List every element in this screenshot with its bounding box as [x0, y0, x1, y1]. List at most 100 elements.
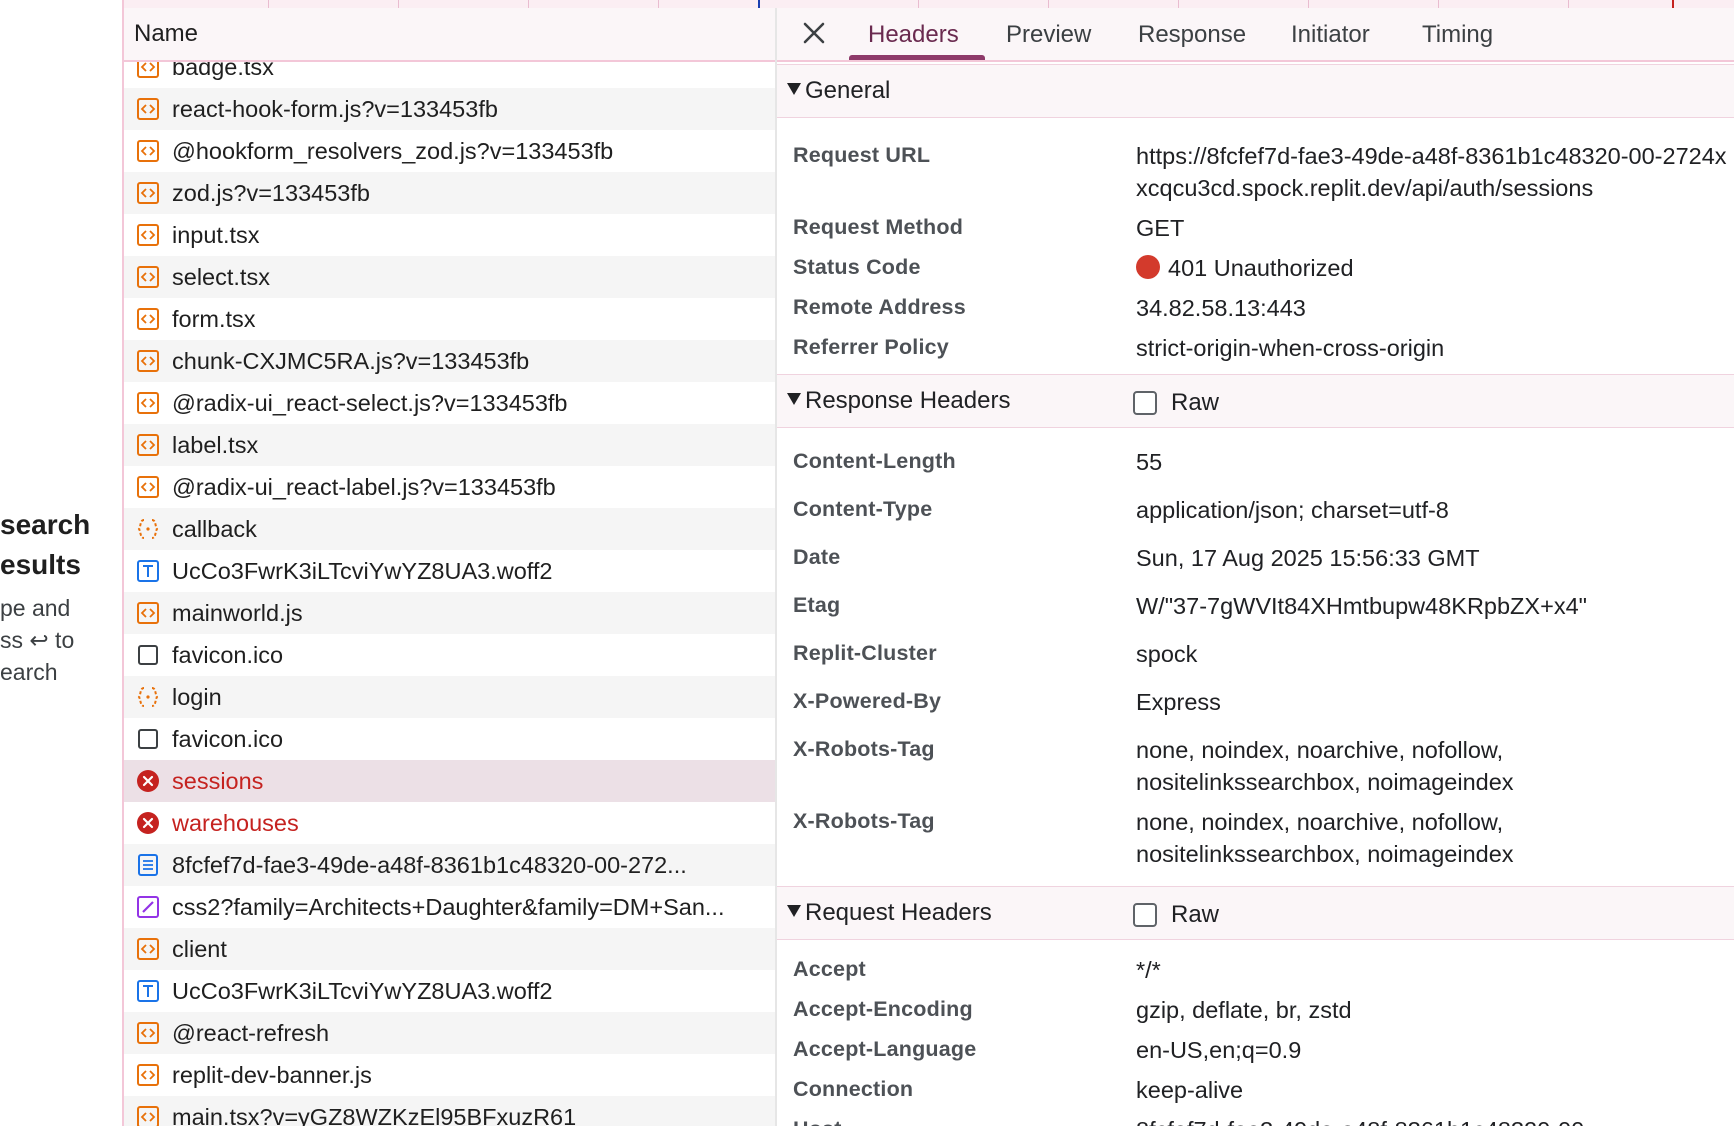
header-key: Etag: [793, 593, 841, 617]
request-row[interactable]: favicon.ico: [124, 634, 775, 676]
request-name: callback: [172, 515, 257, 542]
request-name: chunk-CXJMC5RA.js?v=133453fb: [172, 347, 530, 374]
request-headers-section-header[interactable]: Request Headers Raw: [777, 886, 1734, 940]
request-row[interactable]: @hookform_resolvers_zod.js?v=133453fb: [124, 130, 775, 172]
request-name: css2?family=Architects+Daughter&family=D…: [172, 893, 725, 920]
script-icon: [136, 601, 160, 625]
header-value[interactable]: */*: [1136, 954, 1734, 986]
close-details-button[interactable]: [799, 18, 829, 48]
request-name: @react-refresh: [172, 1019, 330, 1046]
header-value[interactable]: 8fcfef7d-fae3-49de-a48f-8361b1c48320-00: [1136, 1114, 1734, 1126]
header-value[interactable]: spock: [1136, 638, 1734, 670]
request-name: favicon.ico: [172, 725, 284, 752]
request-row[interactable]: zod.js?v=133453fb: [124, 172, 775, 214]
header-key: Accept: [793, 957, 866, 981]
request-row[interactable]: @radix-ui_react-label.js?v=133453fb: [124, 466, 775, 508]
script-icon: [136, 1021, 160, 1045]
request-row[interactable]: favicon.ico: [124, 718, 775, 760]
request-row[interactable]: main.tsx?v=yGZ8WZKzEl95BFxuzR61_: [124, 1096, 775, 1126]
header-value[interactable]: https://8fcfef7d-fae3-49de-a48f-8361b1c4…: [1136, 140, 1734, 204]
general-section-title: General: [805, 77, 891, 104]
name-column-label: Name: [134, 20, 199, 47]
request-row[interactable]: form.tsx: [124, 298, 775, 340]
image-icon: [136, 643, 160, 667]
request-name: @hookform_resolvers_zod.js?v=133453fb: [172, 137, 614, 164]
tab-headers[interactable]: Headers: [868, 21, 959, 49]
request-row[interactable]: UcCo3FwrK3iLTcviYwYZ8UA3.woff2: [124, 550, 775, 592]
request-row[interactable]: 8fcfef7d-fae3-49de-a48f-8361b1c48320-00-…: [124, 844, 775, 886]
close-icon: [803, 22, 825, 44]
expand-triangle-icon: [787, 393, 801, 405]
raw-checkbox[interactable]: [1133, 391, 1157, 415]
error-icon: [136, 811, 160, 835]
request-row[interactable]: login: [124, 676, 775, 718]
header-key: Date: [793, 545, 841, 569]
tab-initiator[interactable]: Initiator: [1291, 21, 1370, 49]
request-row[interactable]: css2?family=Architects+Daughter&family=D…: [124, 886, 775, 928]
header-value[interactable]: GET: [1136, 212, 1734, 244]
request-name: zod.js?v=133453fb: [172, 179, 370, 206]
request-row[interactable]: react-hook-form.js?v=133453fb: [124, 88, 775, 130]
header-value[interactable]: 55: [1136, 446, 1734, 478]
request-row[interactable]: label.tsx: [124, 424, 775, 466]
header-value[interactable]: strict-origin-when-cross-origin: [1136, 332, 1734, 364]
request-name: favicon.ico: [172, 641, 284, 668]
request-row[interactable]: client: [124, 928, 775, 970]
request-name: login: [172, 683, 222, 710]
header-value[interactable]: en-US,en;q=0.9: [1136, 1034, 1734, 1066]
request-row[interactable]: @radix-ui_react-select.js?v=133453fb: [124, 382, 775, 424]
request-raw-toggle[interactable]: Raw: [1133, 901, 1219, 929]
script-icon: [136, 307, 160, 331]
request-row[interactable]: @react-refresh: [124, 1012, 775, 1054]
header-key: Status Code: [793, 255, 921, 279]
tab-response[interactable]: Response: [1138, 21, 1246, 49]
raw-checkbox[interactable]: [1133, 903, 1157, 927]
general-section-header[interactable]: General: [777, 64, 1734, 118]
header-key: X-Powered-By: [793, 689, 942, 713]
tab-preview[interactable]: Preview: [1006, 21, 1091, 49]
header-value[interactable]: none, noindex, noarchive, nofollow, nosi…: [1136, 806, 1734, 870]
font-icon: [136, 979, 160, 1003]
request-row[interactable]: replit-dev-banner.js: [124, 1054, 775, 1096]
header-value[interactable]: Express: [1136, 686, 1734, 718]
script-icon: [136, 181, 160, 205]
tab-timing[interactable]: Timing: [1422, 21, 1493, 49]
header-value[interactable]: application/json; charset=utf-8: [1136, 494, 1734, 526]
search-results-title: search esults: [0, 509, 91, 580]
header-value[interactable]: keep-alive: [1136, 1074, 1734, 1106]
request-row[interactable]: callback: [124, 508, 775, 550]
header-value[interactable]: Sun, 17 Aug 2025 15:56:33 GMT: [1136, 542, 1734, 574]
script-icon: [136, 265, 160, 289]
header-key: Remote Address: [793, 295, 966, 319]
request-row[interactable]: input.tsx: [124, 214, 775, 256]
script-icon: [136, 349, 160, 373]
response-headers-section-header[interactable]: Response Headers Raw: [777, 374, 1734, 428]
request-name: client: [172, 935, 227, 962]
header-value[interactable]: 401 Unauthorized: [1136, 252, 1734, 284]
request-row[interactable]: select.tsx: [124, 256, 775, 298]
name-column-header[interactable]: Name: [124, 8, 775, 62]
request-headers-title: Request Headers: [805, 899, 992, 926]
header-key: Accept-Language: [793, 1037, 977, 1061]
script-icon: [136, 433, 160, 457]
request-row[interactable]: sessions: [124, 760, 775, 802]
request-rows: badge.tsx react-hook-form.js?v=133453fb @h…: [124, 46, 775, 1126]
header-key: Content-Length: [793, 449, 956, 473]
header-value[interactable]: W/"37-7gWVIt84XHmtbupw48KRpbZX+x4": [1136, 590, 1734, 622]
header-value[interactable]: none, noindex, noarchive, nofollow, nosi…: [1136, 734, 1734, 798]
request-list[interactable]: Name badge.tsx react-hook-form.js?v=13345…: [124, 8, 777, 1126]
header-value[interactable]: gzip, deflate, br, zstd: [1136, 994, 1734, 1026]
request-row[interactable]: chunk-CXJMC5RA.js?v=133453fb: [124, 340, 775, 382]
request-row[interactable]: warehouses: [124, 802, 775, 844]
request-row[interactable]: mainworld.js: [124, 592, 775, 634]
header-value[interactable]: 34.82.58.13:443: [1136, 292, 1734, 324]
font-icon: [136, 559, 160, 583]
response-raw-toggle[interactable]: Raw: [1133, 389, 1219, 417]
request-name: replit-dev-banner.js: [172, 1061, 372, 1088]
response-headers-title: Response Headers: [805, 387, 1011, 414]
header-key: Request URL: [793, 143, 931, 167]
request-row[interactable]: UcCo3FwrK3iLTcviYwYZ8UA3.woff2: [124, 970, 775, 1012]
request-name: warehouses: [172, 809, 299, 836]
header-key: Replit-Cluster: [793, 641, 937, 665]
expand-triangle-icon: [787, 83, 801, 95]
